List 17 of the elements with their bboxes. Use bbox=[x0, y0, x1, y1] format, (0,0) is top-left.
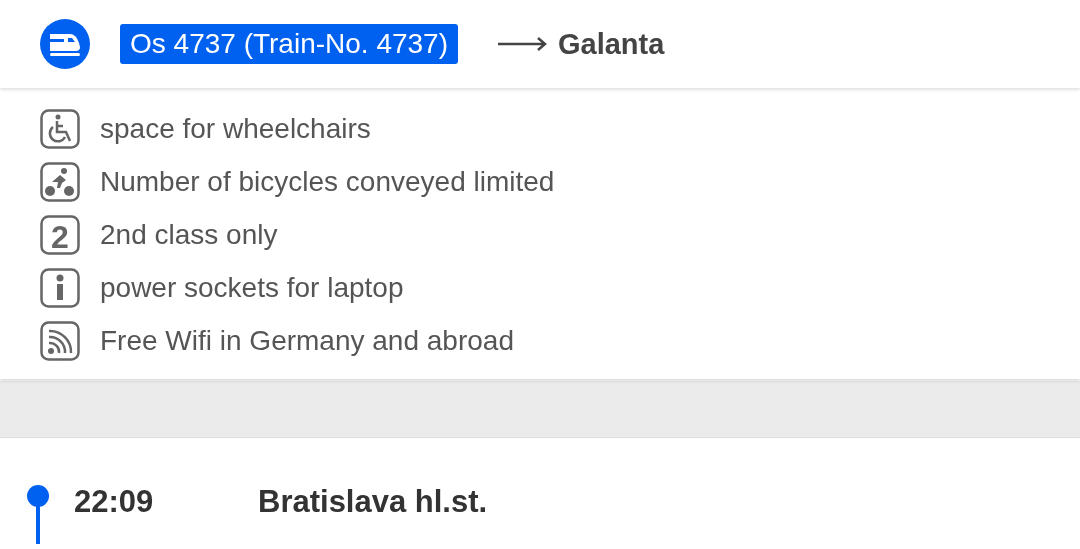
destination: Galanta bbox=[558, 27, 665, 61]
arrow-icon bbox=[498, 37, 548, 51]
note-text: Number of bicycles conveyed limited bbox=[100, 165, 555, 198]
wheelchair-icon bbox=[40, 108, 80, 149]
bicycle-icon bbox=[40, 161, 80, 202]
note-text: power sockets for laptop bbox=[100, 271, 404, 304]
departure-time: 22:09 bbox=[74, 484, 155, 520]
note-text: 2nd class only bbox=[100, 218, 278, 251]
train-icon bbox=[40, 19, 90, 69]
station-name: Bratislava hl.st. bbox=[258, 484, 488, 520]
note-text: space for wheelchairs bbox=[100, 112, 371, 145]
note-text: Free Wifi in Germany and abroad bbox=[100, 324, 514, 357]
wifi-icon bbox=[40, 320, 80, 361]
info-icon bbox=[40, 267, 80, 308]
route-line-icon bbox=[26, 484, 50, 544]
class-icon: 2 bbox=[40, 214, 80, 255]
train-name: Os 4737 (Train-No. 4737) bbox=[120, 24, 458, 64]
